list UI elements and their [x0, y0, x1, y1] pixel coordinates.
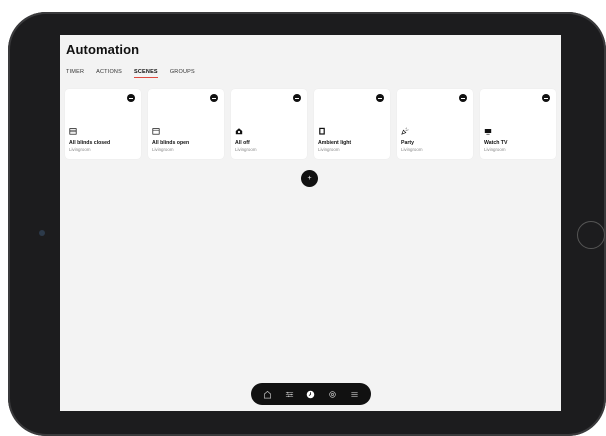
scene-toggle[interactable]	[210, 94, 218, 102]
scene-toggle[interactable]	[127, 94, 135, 102]
blinds-open-icon	[152, 127, 160, 135]
tab-timer[interactable]: TIMER	[66, 69, 84, 78]
scene-name: Party	[401, 140, 414, 146]
blinds-closed-icon	[69, 127, 77, 135]
bottom-nav	[251, 383, 371, 405]
scene-room: Livingroom	[318, 147, 339, 152]
scene-card[interactable]: All blinds closed Livingroom	[65, 89, 141, 159]
sliders-icon[interactable]	[284, 389, 294, 399]
scene-card[interactable]: All blinds open Livingroom	[148, 89, 224, 159]
tv-icon	[484, 127, 492, 135]
scene-card[interactable]: Ambient light Livingroom	[314, 89, 390, 159]
home-off-icon	[235, 127, 243, 135]
scene-name: Ambient light	[318, 140, 351, 146]
scene-name: Watch TV	[484, 140, 507, 146]
scene-toggle[interactable]	[293, 94, 301, 102]
app-screen: Automation TIMER ACTIONS SCENES GROUPS A…	[60, 35, 561, 411]
settings-icon[interactable]	[328, 389, 338, 399]
scene-name: All off	[235, 140, 250, 146]
tab-actions[interactable]: ACTIONS	[96, 69, 122, 78]
scene-list: All blinds closed Livingroom All blinds …	[65, 89, 556, 159]
front-camera	[39, 230, 45, 236]
menu-icon[interactable]	[349, 389, 359, 399]
tab-scenes[interactable]: SCENES	[134, 69, 158, 78]
scene-card[interactable]: All off Livingroom	[231, 89, 307, 159]
page-title: Automation	[66, 42, 139, 57]
door-light-icon	[318, 127, 326, 135]
scene-card[interactable]: Party Livingroom	[397, 89, 473, 159]
scene-name: All blinds closed	[69, 140, 110, 146]
scene-toggle[interactable]	[376, 94, 384, 102]
add-scene-button[interactable]: +	[301, 170, 318, 187]
clock-icon[interactable]	[306, 389, 316, 399]
scene-room: Livingroom	[235, 147, 256, 152]
scene-room: Livingroom	[69, 147, 90, 152]
scene-card[interactable]: Watch TV Livingroom	[480, 89, 556, 159]
tab-bar: TIMER ACTIONS SCENES GROUPS	[66, 69, 195, 78]
home-hardware-button[interactable]	[577, 221, 605, 249]
tab-groups[interactable]: GROUPS	[170, 69, 195, 78]
scene-toggle[interactable]	[542, 94, 550, 102]
home-icon[interactable]	[263, 389, 273, 399]
scene-room: Livingroom	[152, 147, 173, 152]
scene-toggle[interactable]	[459, 94, 467, 102]
scene-room: Livingroom	[401, 147, 422, 152]
party-icon	[401, 127, 409, 135]
scene-room: Livingroom	[484, 147, 505, 152]
scene-name: All blinds open	[152, 140, 189, 146]
